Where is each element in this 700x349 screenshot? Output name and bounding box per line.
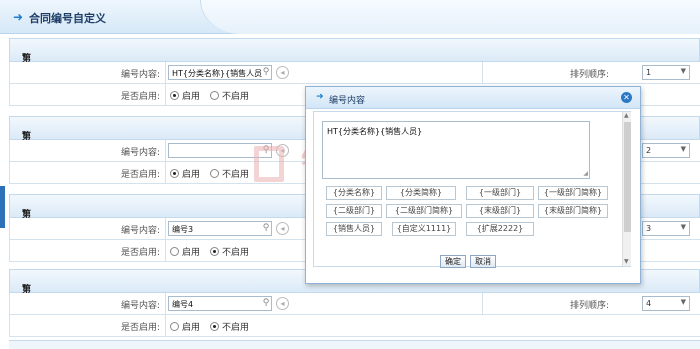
- page-title: 合同编号自定义: [29, 12, 106, 25]
- content-input[interactable]: 编号3: [168, 221, 272, 236]
- dialog-header[interactable]: ➜ 编号内容 ✕: [306, 87, 640, 109]
- clear-icon[interactable]: ◂: [276, 66, 289, 79]
- section-4-content-row: 编号内容: 编号4 ⚲ ◂ 排列顺序: 4 ▼: [9, 293, 700, 315]
- content-label: 编号内容:: [120, 70, 160, 80]
- content-textarea[interactable]: HT{分类名称}{销售人员} ◢: [322, 121, 590, 179]
- content-label: 编号内容:: [120, 226, 160, 236]
- radio-disable[interactable]: 不启用: [210, 89, 249, 102]
- resize-handle-icon[interactable]: ◢: [583, 170, 588, 177]
- sort-select[interactable]: 4 ▼: [642, 296, 690, 311]
- radio-label: 启用: [182, 323, 201, 333]
- ok-button[interactable]: 确定: [440, 255, 466, 268]
- search-icon[interactable]: ⚲: [260, 296, 272, 311]
- section-1-content-row: 编号内容: HT{分类名称}{销售人员 ⚲ ◂ 排列顺序: 1 ▼: [9, 62, 700, 84]
- token-chip[interactable]: {扩展2222}: [466, 222, 534, 236]
- scroll-down-icon[interactable]: ▼: [624, 258, 629, 265]
- arrow-right-icon: ➜: [316, 92, 324, 102]
- radio-enable[interactable]: 启用: [170, 89, 200, 102]
- token-chip[interactable]: {末级部门}: [466, 204, 534, 218]
- content-input[interactable]: [168, 143, 272, 158]
- content-label: 编号内容:: [120, 301, 160, 311]
- token-chip[interactable]: {销售人员}: [326, 222, 382, 236]
- radio-dot: [170, 91, 179, 100]
- token-chip[interactable]: {分类名称}: [326, 186, 382, 200]
- search-icon[interactable]: ⚲: [260, 221, 272, 236]
- radio-disable[interactable]: 不启用: [210, 320, 249, 333]
- chevron-down-icon: ▼: [680, 298, 686, 306]
- chevron-down-icon: ▼: [680, 223, 686, 231]
- sort-value: 3: [646, 224, 652, 233]
- radio-enable[interactable]: 启用: [170, 245, 200, 258]
- sort-label: 排列顺序:: [570, 70, 610, 80]
- textarea-value: HT{分类名称}{销售人员}: [327, 127, 423, 136]
- enabled-label: 是否启用:: [120, 170, 160, 180]
- content-label: 编号内容:: [120, 148, 160, 158]
- radio-dot: [210, 91, 219, 100]
- scroll-up-icon[interactable]: ▲: [624, 112, 629, 119]
- dialog-scrollbar[interactable]: ▲ ▼: [622, 112, 631, 266]
- token-chip[interactable]: {二级部门简称}: [386, 204, 462, 218]
- radio-dot: [170, 247, 179, 256]
- sort-select[interactable]: 2 ▼: [642, 143, 690, 158]
- sort-label: 排列顺序:: [570, 301, 610, 311]
- radio-label: 启用: [182, 92, 201, 102]
- radio-dot: [210, 322, 219, 331]
- content-dialog: ➜ 编号内容 ✕ HT{分类名称}{销售人员} ◢ {分类名称} {分类简称} …: [305, 86, 641, 284]
- token-chip[interactable]: {一级部门}: [466, 186, 534, 200]
- radio-disable[interactable]: 不启用: [210, 167, 249, 180]
- clear-icon[interactable]: ◂: [276, 297, 289, 310]
- chevron-down-icon: ▼: [680, 67, 686, 75]
- radio-label: 不启用: [222, 323, 250, 333]
- radio-dot: [210, 169, 219, 178]
- sort-select[interactable]: 3 ▼: [642, 221, 690, 236]
- sort-value: 2: [646, 146, 652, 155]
- token-chip[interactable]: {分类简称}: [386, 186, 456, 200]
- token-chip[interactable]: {一级部门简称}: [538, 186, 608, 200]
- sort-value: 1: [646, 68, 652, 77]
- radio-dot: [170, 322, 179, 331]
- radio-label: 启用: [182, 170, 201, 180]
- header-decoration: [200, 0, 700, 34]
- chevron-down-icon: ▼: [680, 145, 686, 153]
- dialog-title: 编号内容: [329, 96, 366, 106]
- clear-icon[interactable]: ◂: [276, 144, 289, 157]
- section-5-header-partial: [9, 340, 700, 349]
- section-1-header[interactable]: ▾ 第1部分:: [9, 38, 700, 100]
- token-chip[interactable]: {末级部门简称}: [538, 204, 608, 218]
- enabled-label: 是否启用:: [120, 92, 160, 102]
- radio-disable[interactable]: 不启用: [210, 245, 249, 258]
- radio-label: 不启用: [222, 170, 250, 180]
- sort-value: 4: [646, 299, 652, 308]
- side-collapse-handle[interactable]: [0, 186, 5, 228]
- content-input[interactable]: HT{分类名称}{销售人员: [168, 65, 272, 80]
- scroll-thumb[interactable]: [624, 122, 631, 232]
- radio-enable[interactable]: 启用: [170, 320, 200, 333]
- radio-label: 不启用: [222, 248, 250, 258]
- token-chip[interactable]: {自定义1111}: [392, 222, 456, 236]
- dialog-body: HT{分类名称}{销售人员} ◢ {分类名称} {分类简称} {一级部门} {一…: [313, 111, 631, 267]
- sort-select[interactable]: 1 ▼: [642, 65, 690, 80]
- search-icon[interactable]: ⚲: [260, 65, 272, 80]
- radio-label: 不启用: [222, 92, 250, 102]
- radio-dot: [170, 169, 179, 178]
- enabled-label: 是否启用:: [120, 248, 160, 258]
- token-chip[interactable]: {二级部门}: [326, 204, 382, 218]
- cancel-button[interactable]: 取消: [470, 255, 496, 268]
- content-input[interactable]: 编号4: [168, 296, 272, 311]
- radio-dot: [210, 247, 219, 256]
- radio-label: 启用: [182, 248, 201, 258]
- enabled-label: 是否启用:: [120, 323, 160, 333]
- arrow-right-icon: ➜: [13, 10, 24, 24]
- page-header: ➜ 合同编号自定义: [0, 0, 700, 34]
- radio-enable[interactable]: 启用: [170, 167, 200, 180]
- close-icon[interactable]: ✕: [621, 92, 632, 103]
- section-4-enabled-row: 是否启用: 启用 不启用: [9, 315, 700, 337]
- search-icon[interactable]: ⚲: [260, 143, 272, 158]
- clear-icon[interactable]: ◂: [276, 222, 289, 235]
